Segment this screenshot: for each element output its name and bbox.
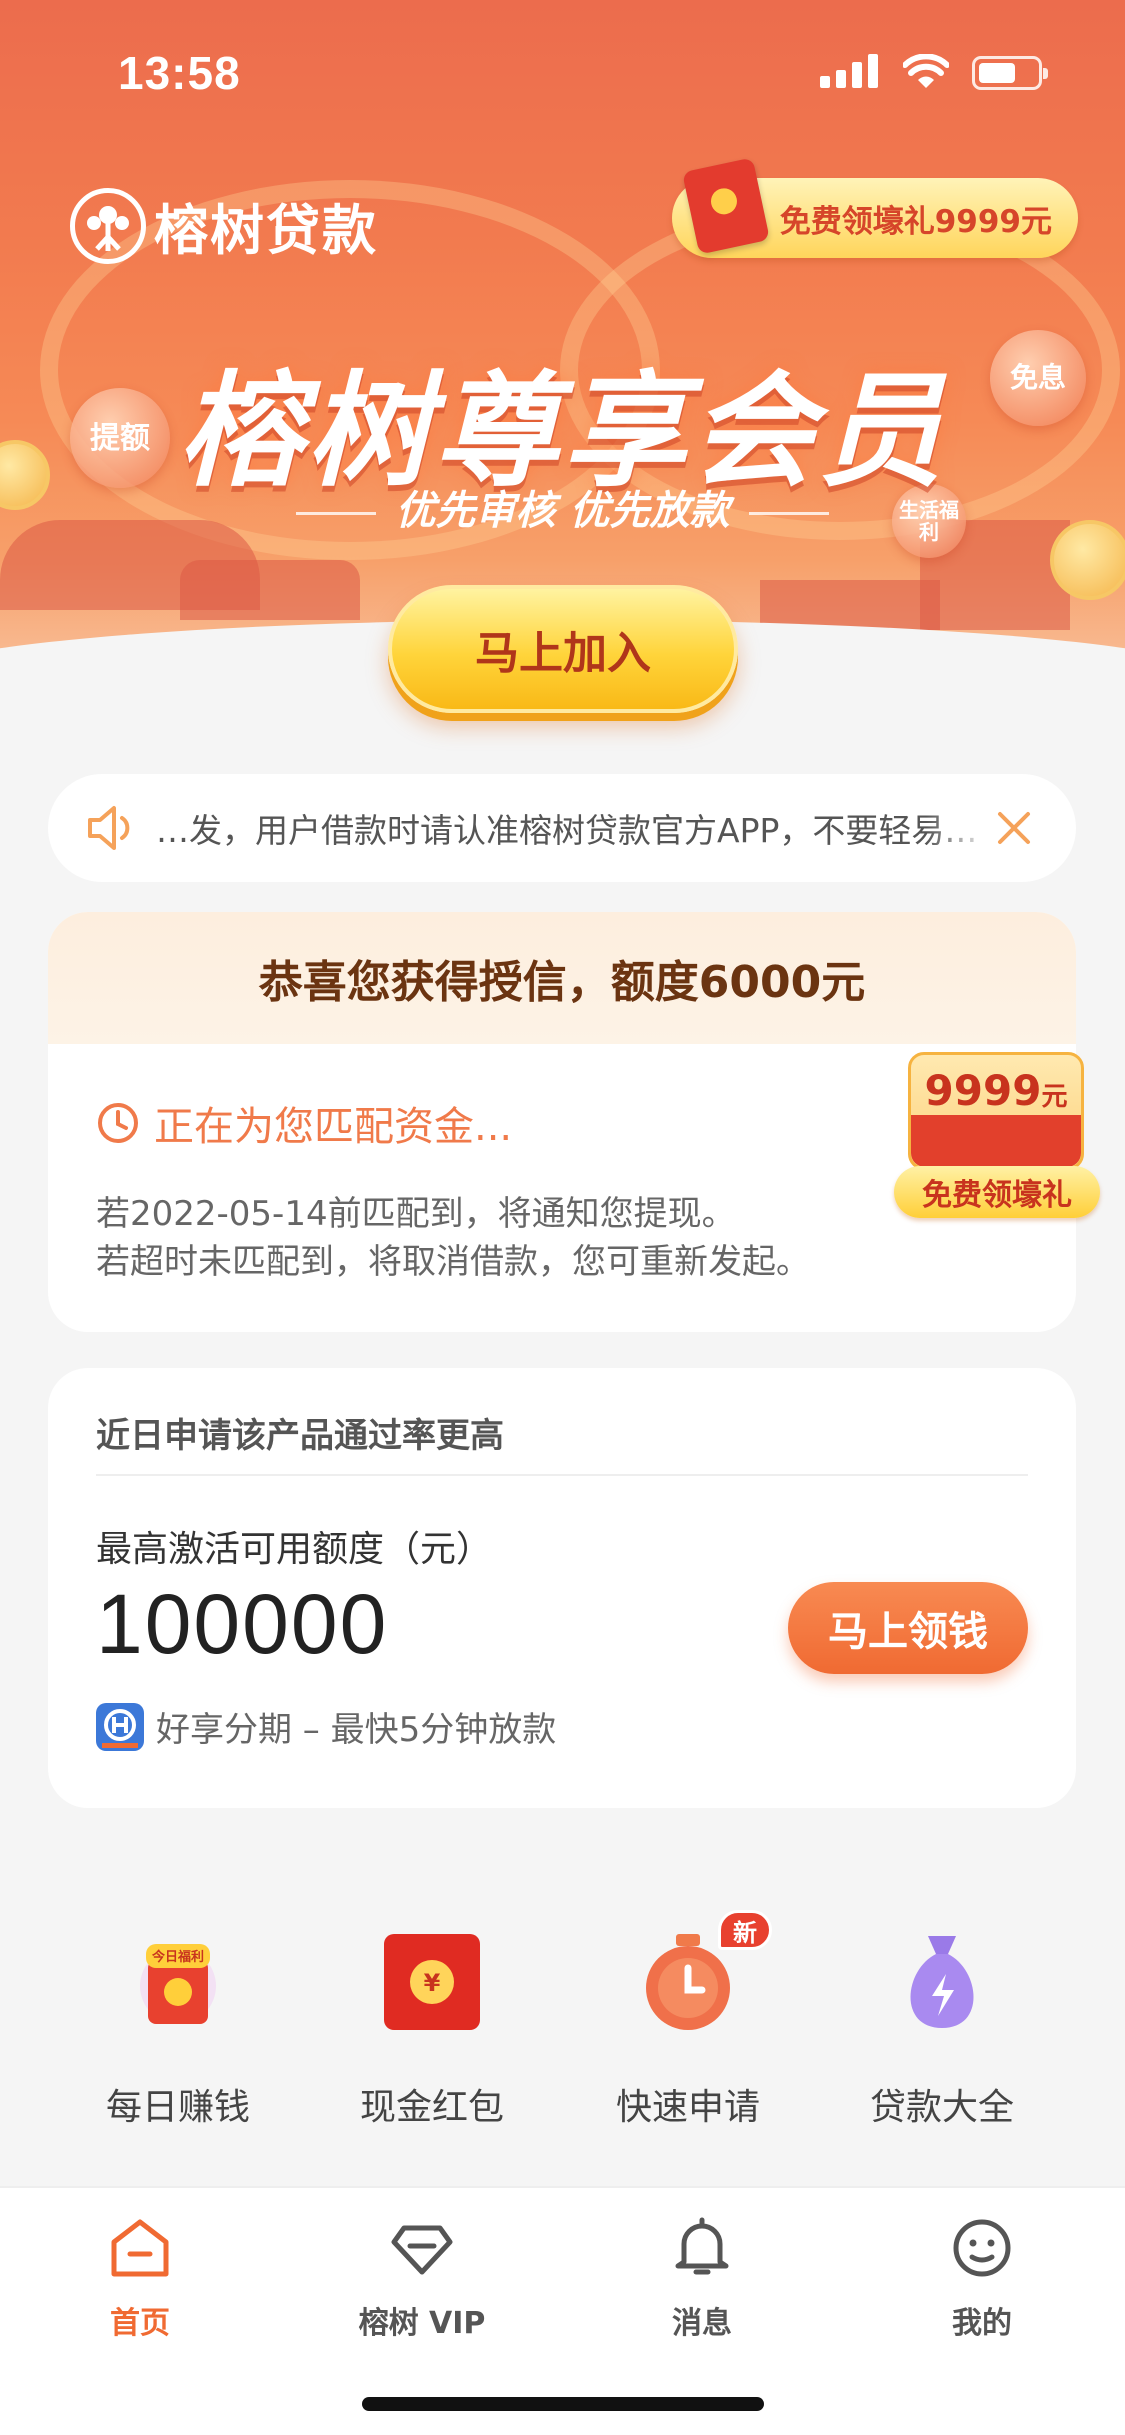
speaker-icon [88,806,130,850]
status-bar: 13:58 [0,0,1125,140]
join-now-button[interactable]: 马上加入 [388,585,738,713]
entry-label: 现金红包 [359,2087,504,2128]
matching-status: 正在为您匹配资金... [96,1094,512,1152]
home-indicator[interactable] [362,2397,764,2411]
entry-label: 快速申请 [615,2087,760,2128]
credit-note-line: 若超时未匹配到，将取消借款，您可重新发起。 [96,1242,810,1282]
decor-buildings [760,580,940,630]
battery-icon [972,56,1048,90]
free-gift-text: 免费领壕礼9999元 [779,203,1052,240]
entry-cash-red-packet[interactable]: ¥ 现金红包 [312,1920,552,2140]
provider-logo-icon [96,1702,144,1751]
new-badge: 新 [718,1910,772,1950]
money-bag-icon [910,1936,974,2028]
decor-car [180,560,360,620]
tab-label: 首页 [110,2306,170,2341]
wifi-icon [903,54,949,88]
brand-name: 榕树贷款 [154,199,378,262]
close-icon[interactable] [994,808,1034,848]
credit-note: 若2022-05-14前匹配到，将通知您提现。 若超时未匹配到，将取消借款，您可… [96,1190,810,1286]
bell-icon [675,2217,729,2275]
loan-offer-card: 近日申请该产品通过率更高 最高激活可用额度（元） 100000 马上领钱 好享分… [48,1368,1076,1808]
loan-limit-label: 最高激活可用额度（元） [96,1529,493,1570]
clock-icon [98,1103,138,1143]
entry-quick-apply[interactable]: 新 快速申请 [568,1910,808,2140]
red-envelope-icon: ¥ [384,1934,480,2030]
entry-label: 每日赚钱 [105,2087,250,2128]
gift-badge-label: 免费领壕礼 [894,1166,1100,1218]
tab-label: 榕树 VIP [358,2306,486,2341]
diamond-icon [391,2225,453,2275]
smiley-icon [953,2219,1011,2277]
svg-text:¥: ¥ [424,1969,441,1997]
gift-badge-amount: 9999元 [924,1066,1068,1115]
notice-text: …发，用户借款时请认准榕树贷款官方APP，不要轻易… [156,811,978,850]
get-money-button[interactable]: 马上领钱 [788,1582,1028,1674]
banyan-logo-icon [70,187,146,264]
brand: 榕树贷款 [70,186,378,265]
loan-provider-text: 好享分期 – 最快5分钟放款 [156,1710,557,1750]
entry-loan-directory[interactable]: 贷款大全 [822,1920,1062,2140]
banner-subtitle: 优先审核 优先放款 [0,478,1125,536]
tab-label: 我的 [952,2306,1012,2341]
notice-bar[interactable]: …发，用户借款时请认准榕树贷款官方APP，不要轻易… [48,774,1076,882]
tab-messages[interactable]: 消息 [602,2216,802,2341]
tab-label: 消息 [672,2306,732,2341]
loan-limit-amount: 100000 [96,1577,389,1671]
home-icon [111,2219,169,2277]
daily-gift-icon: 今日福利 [140,1944,216,2024]
free-gift-badge[interactable]: 9999元 免费领壕礼 [894,1052,1100,1222]
loan-provider: 好享分期 – 最快5分钟放款 [96,1702,556,1751]
entry-label: 贷款大全 [869,2087,1014,2128]
credit-note-line: 若2022-05-14前匹配到，将通知您提现。 [96,1194,736,1234]
loan-tip: 近日申请该产品通过率更高 [96,1416,504,1456]
free-gift-pill[interactable]: 免费领壕礼9999元 [672,157,1078,258]
quick-entries: 今日福利 每日赚钱 ¥ 现金红包 新 快速申请 贷款大全 [0,1910,1125,2140]
svg-text:今日福利: 今日福利 [151,1949,204,1965]
tab-vip[interactable]: 榕树 VIP [322,2216,522,2341]
status-time: 13:58 [118,47,241,99]
matching-status-text: 正在为您匹配资金... [154,1104,513,1150]
divider [96,1474,1028,1476]
tab-profile[interactable]: 我的 [882,2216,1082,2341]
tab-home[interactable]: 首页 [40,2216,240,2341]
cellular-signal-icon [820,54,880,88]
credit-headline: 恭喜您获得授信，额度6000元 [48,912,1076,1044]
entry-daily-earn[interactable]: 今日福利 每日赚钱 [58,1920,298,2140]
